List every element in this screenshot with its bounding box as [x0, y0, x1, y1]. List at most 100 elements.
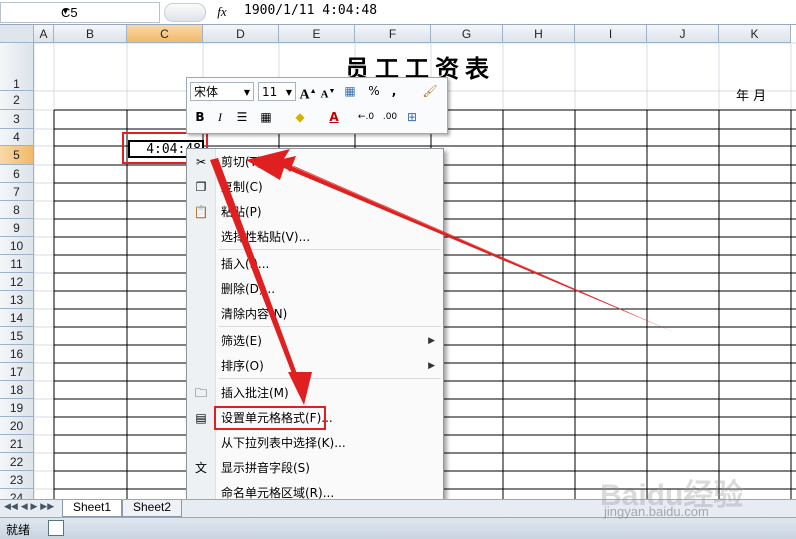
fill-color-icon[interactable]: ◆	[291, 108, 309, 126]
row-header-18[interactable]: 18	[0, 381, 34, 399]
row-header-8[interactable]: 8	[0, 201, 34, 219]
menu-item-label: 选择性粘贴(V)...	[221, 230, 311, 244]
column-header-d[interactable]: D	[203, 25, 279, 43]
menu-item-8[interactable]: 排序(O) ▶	[187, 355, 443, 377]
submenu-arrow-icon: ▶	[428, 361, 435, 371]
menu-item-4[interactable]: 插入(I)...	[187, 253, 443, 275]
shrink-font-icon[interactable]: A▼	[319, 82, 337, 101]
scissors-icon: ✂	[195, 155, 207, 169]
menu-item-label: 插入批注(M)	[221, 386, 289, 400]
paste-icon: 📋	[193, 205, 209, 219]
font-color-icon[interactable]: A	[325, 108, 343, 126]
phonetic-icon: 文	[194, 461, 207, 475]
row-header-23[interactable]: 23	[0, 471, 34, 489]
column-header-g[interactable]: G	[431, 25, 503, 43]
font-size-select[interactable]: 11 ▼	[258, 82, 296, 101]
status-ready: 就绪	[6, 523, 31, 537]
format-cells-icon: ▤	[195, 411, 207, 425]
font-select[interactable]: 宋体 ▼	[190, 82, 254, 101]
column-header-i[interactable]: I	[575, 25, 647, 43]
insert-function-button[interactable]: fx	[210, 3, 234, 21]
chevron-down-icon: ▼	[243, 88, 250, 97]
menu-item-9[interactable]: 🗀 插入批注(M)	[187, 382, 443, 404]
formula-input[interactable]: 1900/1/11 4:04:48	[244, 3, 377, 18]
comma-style-button[interactable]: ,	[385, 82, 403, 100]
row-header-5[interactable]: 5	[0, 146, 34, 165]
column-header-k[interactable]: K	[719, 25, 791, 43]
format-painter-icon[interactable]: 🖌	[421, 82, 439, 100]
menu-item-6[interactable]: 清除内容(N)	[187, 303, 443, 325]
column-header-a[interactable]: A	[34, 25, 54, 43]
menu-item-label: 粘贴(P)	[221, 205, 262, 219]
row-header-17[interactable]: 17	[0, 363, 34, 381]
borders-icon[interactable]: ▦	[257, 108, 275, 126]
row-header-1[interactable]: 1	[0, 43, 34, 91]
formula-bar: C5 ▼ fx 1900/1/11 4:04:48	[0, 0, 796, 25]
column-header-c[interactable]: C	[127, 25, 203, 43]
percent-style-button[interactable]: %	[365, 82, 383, 100]
select-all-corner[interactable]	[0, 25, 34, 43]
tab-sheet2[interactable]: Sheet2	[122, 500, 182, 517]
bold-icon[interactable]: B	[191, 108, 209, 126]
menu-item-0[interactable]: ✂ 剪切(T)	[187, 151, 443, 173]
increase-decimal-icon[interactable]: ←.0	[357, 108, 375, 126]
row-header-11[interactable]: 11	[0, 255, 34, 273]
menu-item-label: 清除内容(N)	[221, 307, 288, 321]
comment-icon: 🗀	[194, 386, 207, 400]
row-header-3[interactable]: 3	[0, 110, 34, 129]
menu-item-1[interactable]: ❐ 复制(C)	[187, 176, 443, 198]
grow-font-icon[interactable]: A▲	[299, 82, 317, 103]
menu-item-label: 删除(D)...	[221, 282, 276, 296]
row-header-4[interactable]: 4	[0, 129, 34, 146]
tab-nav-arrows-icon[interactable]: ◀◀ ◀ ▶ ▶▶	[4, 502, 54, 512]
accounting-format-icon[interactable]: ▦	[341, 82, 359, 100]
menu-separator	[219, 326, 441, 327]
row-header-14[interactable]: 14	[0, 309, 34, 327]
menu-item-3[interactable]: 选择性粘贴(V)...	[187, 226, 443, 248]
row-header-22[interactable]: 22	[0, 453, 34, 471]
column-header-e[interactable]: E	[279, 25, 355, 43]
center-align-icon[interactable]: ☰	[233, 108, 251, 126]
font-size-value: 11	[262, 85, 278, 99]
decrease-decimal-icon[interactable]: .00	[381, 108, 399, 126]
chevron-down-icon: ▼	[285, 88, 292, 97]
menu-item-11[interactable]: 从下拉列表中选择(K)...	[187, 432, 443, 454]
row-header-13[interactable]: 13	[0, 291, 34, 309]
column-header-b[interactable]: B	[54, 25, 127, 43]
menu-item-label: 显示拼音字段(S)	[221, 461, 310, 475]
menu-item-7[interactable]: 筛选(E) ▶	[187, 330, 443, 352]
name-box[interactable]: C5 ▼	[0, 2, 160, 23]
row-header-21[interactable]: 21	[0, 435, 34, 453]
formula-cancel-button[interactable]	[164, 3, 206, 22]
row-header-7[interactable]: 7	[0, 183, 34, 201]
row-header-19[interactable]: 19	[0, 399, 34, 417]
row-header-2[interactable]: 2	[0, 91, 34, 110]
row-header-15[interactable]: 15	[0, 327, 34, 345]
year-month-label: 年 月	[736, 89, 767, 104]
column-header-f[interactable]: F	[355, 25, 431, 43]
italic-icon[interactable]: I	[211, 108, 229, 126]
font-value: 宋体	[194, 85, 219, 99]
row-header-10[interactable]: 10	[0, 237, 34, 255]
row-header-12[interactable]: 12	[0, 273, 34, 291]
copy-icon: ❐	[195, 180, 207, 194]
status-bar: 就绪	[0, 517, 796, 539]
chevron-down-icon[interactable]: ▼	[61, 6, 155, 16]
watermark-url: jingyan.baidu.com	[604, 504, 709, 519]
row-header-20[interactable]: 20	[0, 417, 34, 435]
menu-item-2[interactable]: 📋 粘贴(P)	[187, 201, 443, 223]
menu-item-label: 从下拉列表中选择(K)...	[221, 436, 346, 450]
tab-sheet1[interactable]: Sheet1	[62, 500, 122, 517]
row-header-9[interactable]: 9	[0, 219, 34, 237]
menu-item-5[interactable]: 删除(D)...	[187, 278, 443, 300]
column-header-j[interactable]: J	[647, 25, 719, 43]
merge-center-icon[interactable]: ⊞	[403, 108, 421, 126]
menu-separator	[219, 378, 441, 379]
menu-item-label: 排序(O)	[221, 359, 264, 373]
row-header-16[interactable]: 16	[0, 345, 34, 363]
column-header-h[interactable]: H	[503, 25, 575, 43]
macro-record-icon[interactable]	[48, 520, 64, 536]
mini-toolbar: 宋体 ▼ 11 ▼ A▲ A▼ ▦ % , 🖌 B I ☰ ▦ ◆ A ←.0 .0…	[186, 77, 448, 134]
row-header-6[interactable]: 6	[0, 165, 34, 183]
menu-item-12[interactable]: 文显示拼音字段(S)	[187, 457, 443, 479]
